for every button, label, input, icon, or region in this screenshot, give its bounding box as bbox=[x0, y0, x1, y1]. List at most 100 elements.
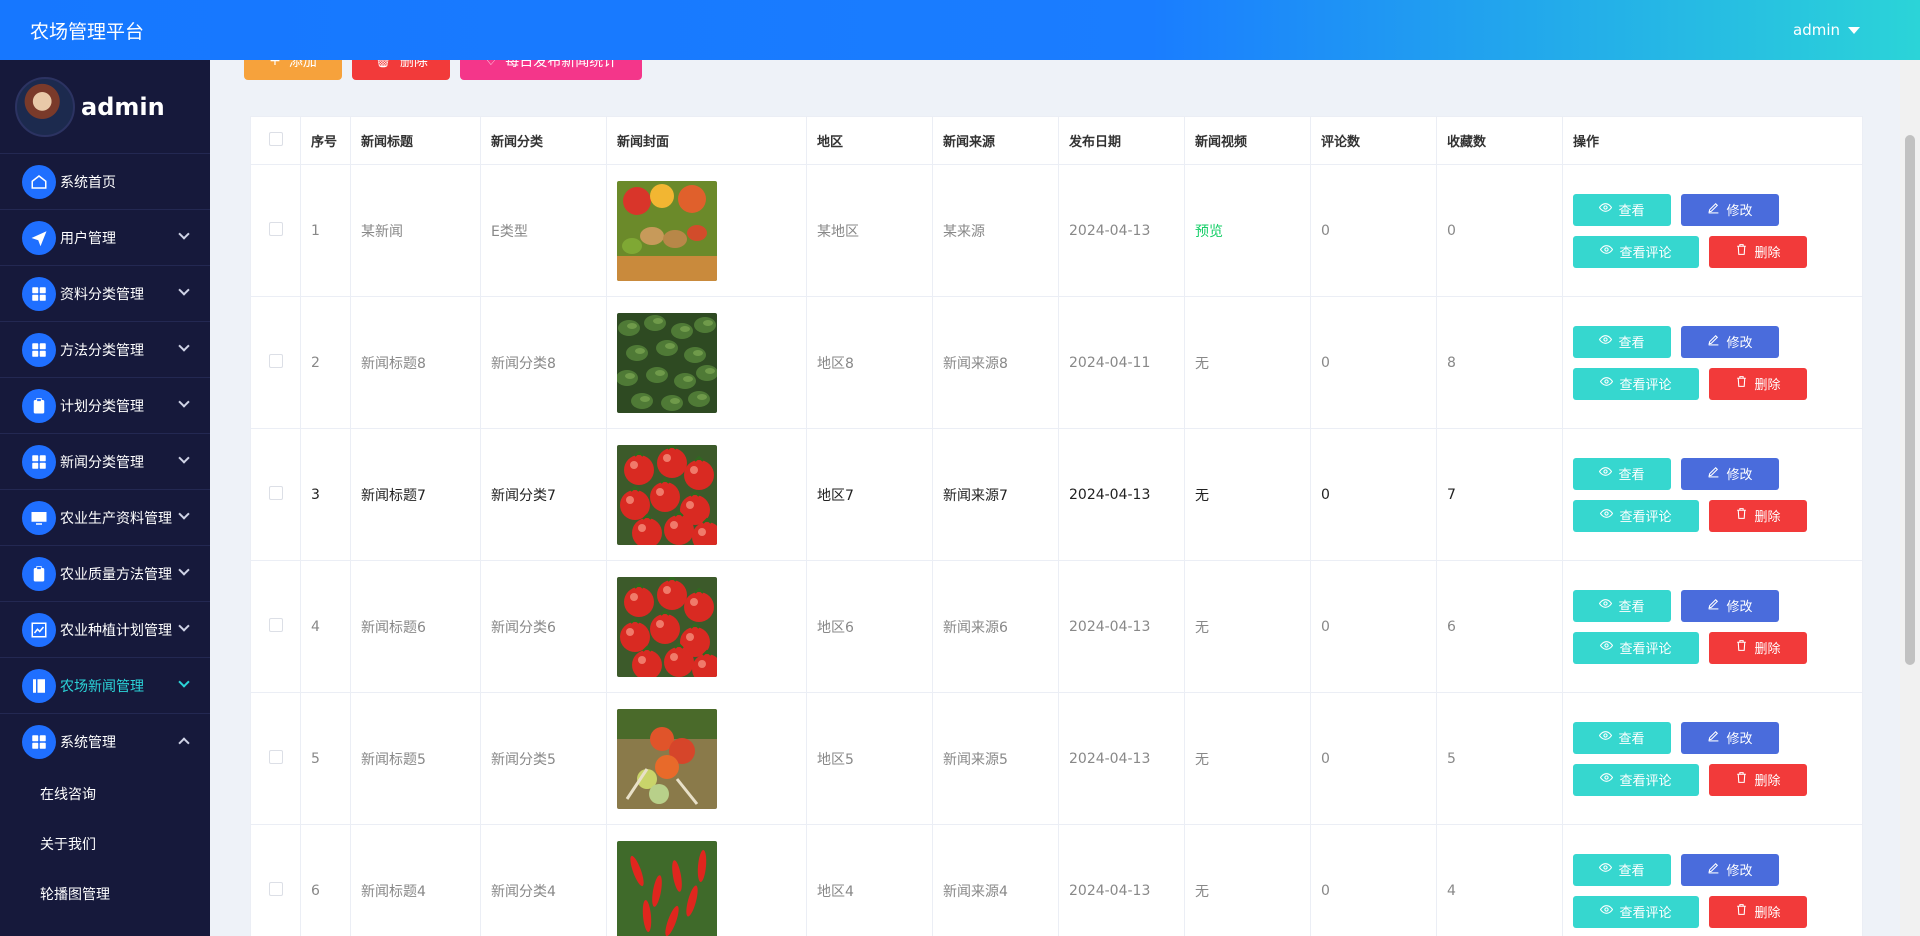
edit-button[interactable]: 修改 bbox=[1681, 721, 1779, 754]
sidebar-item[interactable]: 系统管理 bbox=[0, 713, 210, 769]
heart-icon: ♡ bbox=[484, 60, 498, 69]
cell-video[interactable]: 预览 bbox=[1184, 164, 1311, 297]
cell-source: 新闻来源5 bbox=[932, 692, 1059, 825]
news-cover-image[interactable] bbox=[617, 444, 717, 545]
sidebar-item[interactable]: 系统首页 bbox=[0, 153, 210, 209]
view-label: 查看 bbox=[1618, 204, 1645, 219]
sidebar-subitem[interactable]: 关于我们 bbox=[0, 819, 210, 869]
clipboard-icon bbox=[22, 556, 56, 591]
app-title: 农场管理平台 bbox=[30, 20, 145, 43]
cell-title: 新闻标题4 bbox=[350, 824, 481, 936]
view-comments-button[interactable]: 查看评论 bbox=[1573, 631, 1699, 664]
row-checkbox[interactable] bbox=[250, 428, 301, 561]
top-header: 农场管理平台 admin bbox=[0, 0, 1920, 60]
sidebar-item[interactable]: 农场新闻管理 bbox=[0, 657, 210, 713]
cell-video: 无 bbox=[1184, 296, 1311, 429]
news-cover-image[interactable] bbox=[617, 312, 717, 413]
cell-favorites: 7 bbox=[1436, 428, 1563, 561]
news-cover-image[interactable] bbox=[617, 576, 717, 677]
add-button-label: 添加 bbox=[288, 60, 317, 70]
table-row[interactable]: 1 某新闻 E类型 某地区 某来源 2024-04-13 预览 0 0 查看 修改 查看评论 删除 bbox=[250, 164, 1863, 297]
chevron-down-icon bbox=[178, 620, 190, 632]
sidebar-subitem[interactable]: 轮播图管理 bbox=[0, 869, 210, 919]
edit-label: 修改 bbox=[1726, 336, 1753, 351]
daily-stats-button[interactable]: ♡ 每日发布新闻统计 bbox=[460, 60, 642, 80]
scrollbar-thumb[interactable] bbox=[1905, 135, 1915, 665]
select-all-checkbox[interactable] bbox=[250, 116, 301, 165]
cell-comments: 0 bbox=[1310, 692, 1437, 825]
view-label: 查看 bbox=[1618, 468, 1645, 483]
eye-icon bbox=[1600, 771, 1614, 788]
book-icon bbox=[22, 668, 56, 703]
view-label: 查看 bbox=[1618, 336, 1645, 351]
view-comments-label: 查看评论 bbox=[1619, 642, 1672, 657]
sidebar-item[interactable]: 农业生产资料管理 bbox=[0, 489, 210, 545]
cell-region: 某地区 bbox=[806, 164, 933, 297]
cell-region: 地区7 bbox=[806, 428, 933, 561]
row-checkbox[interactable] bbox=[250, 164, 301, 297]
sidebar-item[interactable]: 农业种植计划管理 bbox=[0, 601, 210, 657]
delete-button[interactable]: 删除 bbox=[1709, 499, 1807, 532]
news-cover-image[interactable] bbox=[617, 840, 717, 936]
column-header: 新闻标题 bbox=[350, 116, 481, 165]
sidebar-subitem[interactable]: 在线咨询 bbox=[0, 769, 210, 819]
view-button[interactable]: 查看 bbox=[1573, 721, 1671, 754]
table-row[interactable]: 4 新闻标题6 新闻分类6 地区6 新闻来源6 2024-04-13 无 0 6 查看 修改 查看评论… bbox=[250, 560, 1863, 693]
view-button[interactable]: 查看 bbox=[1573, 589, 1671, 622]
sidebar-item[interactable]: 农业质量方法管理 bbox=[0, 545, 210, 601]
edit-label: 修改 bbox=[1726, 468, 1753, 483]
table-row[interactable]: 3 新闻标题7 新闻分类7 地区7 新闻来源7 2024-04-13 无 0 7 查看 修改 查看评论… bbox=[250, 428, 1863, 561]
cell-date: 2024-04-13 bbox=[1058, 692, 1185, 825]
delete-button[interactable]: 删除 bbox=[1709, 631, 1807, 664]
page-scrollbar[interactable] bbox=[1900, 60, 1920, 936]
edit-button[interactable]: 修改 bbox=[1681, 589, 1779, 622]
news-cover-image[interactable] bbox=[617, 180, 717, 281]
view-comments-button[interactable]: 查看评论 bbox=[1573, 367, 1699, 400]
news-cover-cell bbox=[606, 428, 807, 561]
delete-button[interactable]: 删除 bbox=[1709, 895, 1807, 928]
delete-button[interactable]: 删除 bbox=[1709, 367, 1807, 400]
cell-favorites: 6 bbox=[1436, 560, 1563, 693]
table-row[interactable]: 6 新闻标题4 新闻分类4 地区4 新闻来源4 2024-04-13 无 0 4 查看 修改 查看评论… bbox=[250, 824, 1863, 936]
row-checkbox[interactable] bbox=[250, 692, 301, 825]
view-comments-button[interactable]: 查看评论 bbox=[1573, 763, 1699, 796]
row-checkbox[interactable] bbox=[250, 296, 301, 429]
view-button[interactable]: 查看 bbox=[1573, 325, 1671, 358]
edit-button[interactable]: 修改 bbox=[1681, 853, 1779, 886]
view-button[interactable]: 查看 bbox=[1573, 193, 1671, 226]
news-cover-image[interactable] bbox=[617, 708, 717, 809]
view-button[interactable]: 查看 bbox=[1573, 457, 1671, 490]
delete-button[interactable]: 删除 bbox=[1709, 235, 1807, 268]
table-row[interactable]: 5 新闻标题5 新闻分类5 地区5 新闻来源5 2024-04-13 无 0 5 查看 修改 查看评论… bbox=[250, 692, 1863, 825]
cell-title: 新闻标题5 bbox=[350, 692, 481, 825]
daily-stats-label: 每日发布新闻统计 bbox=[505, 60, 618, 70]
view-button[interactable]: 查看 bbox=[1573, 853, 1671, 886]
avatar bbox=[15, 76, 75, 137]
edit-button[interactable]: 修改 bbox=[1681, 457, 1779, 490]
view-comments-button[interactable]: 查看评论 bbox=[1573, 499, 1699, 532]
cell-favorites: 4 bbox=[1436, 824, 1563, 936]
delete-button[interactable]: 删除 bbox=[1709, 763, 1807, 796]
add-button[interactable]: + 添加 bbox=[244, 60, 342, 80]
sidebar-item[interactable]: 方法分类管理 bbox=[0, 321, 210, 377]
sidebar-item[interactable]: 用户管理 bbox=[0, 209, 210, 265]
view-comments-button[interactable]: 查看评论 bbox=[1573, 895, 1699, 928]
edit-button[interactable]: 修改 bbox=[1681, 193, 1779, 226]
batch-delete-button[interactable]: 🗑 删除 bbox=[352, 60, 450, 80]
delete-label: 删除 bbox=[1754, 510, 1781, 525]
sidebar-item[interactable]: 新闻分类管理 bbox=[0, 433, 210, 489]
eye-icon bbox=[1599, 201, 1613, 218]
cell-category: 新闻分类7 bbox=[480, 428, 607, 561]
view-comments-button[interactable]: 查看评论 bbox=[1573, 235, 1699, 268]
sidebar-item[interactable]: 资料分类管理 bbox=[0, 265, 210, 321]
user-menu[interactable]: admin bbox=[1793, 21, 1860, 39]
row-checkbox[interactable] bbox=[250, 824, 301, 936]
table-row[interactable]: 2 新闻标题8 新闻分类8 地区8 新闻来源8 2024-04-11 无 0 8 查看 修改 查看评论… bbox=[250, 296, 1863, 429]
sidebar-item[interactable]: 计划分类管理 bbox=[0, 377, 210, 433]
edit-button[interactable]: 修改 bbox=[1681, 325, 1779, 358]
row-checkbox[interactable] bbox=[250, 560, 301, 693]
cell-video: 无 bbox=[1184, 560, 1311, 693]
sidebar-item-label: 资料分类管理 bbox=[60, 286, 144, 303]
pen-icon bbox=[1707, 333, 1720, 350]
cell-comments: 0 bbox=[1310, 824, 1437, 936]
